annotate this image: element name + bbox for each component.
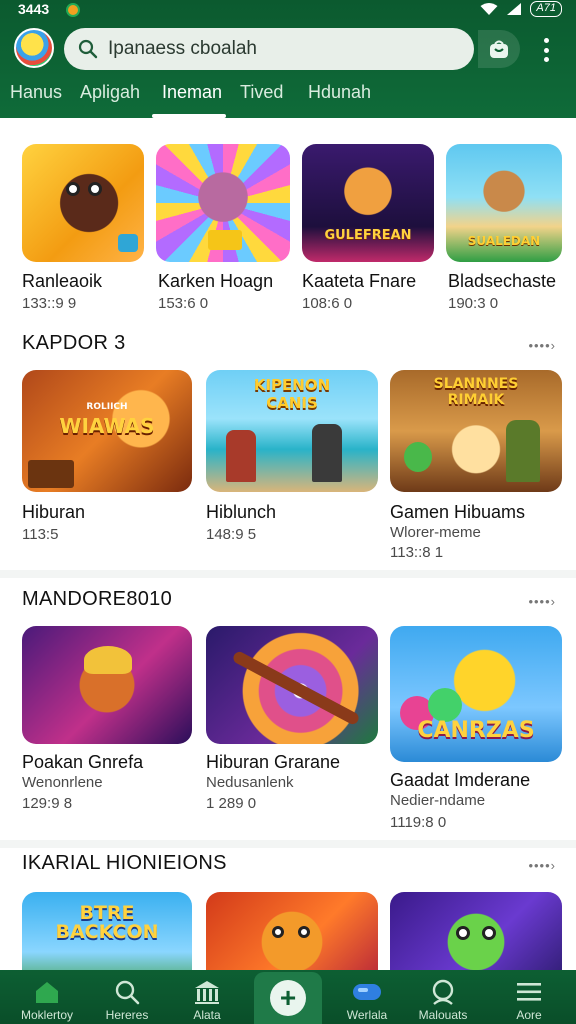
add-button[interactable]: + [254,972,322,1024]
game-title[interactable]: Karken Hoagn [158,271,273,292]
game-card-thumbnail[interactable]: ROLIICH WIAWAS [22,370,192,492]
controller-icon [353,984,381,1000]
nav-item-profile[interactable]: Malouats [398,970,488,1024]
tab-ineman[interactable]: Ineman [162,82,222,103]
section-divider [0,840,576,848]
game-card-thumbnail[interactable] [206,626,378,744]
search-icon [115,980,140,1005]
game-card-thumbnail[interactable]: BTRE BACKCON [22,892,192,970]
avatar[interactable] [14,28,54,68]
nav-label: Malouats [418,1008,468,1022]
bag-button[interactable] [478,30,520,68]
nav-label: Hereres [105,1008,149,1022]
art-label: ROLIICH [86,402,128,412]
game-card-thumbnail[interactable]: KIPENON CANIS [206,370,378,492]
section-divider [0,570,576,578]
game-meta: 1119:8 0 [390,814,447,831]
plus-icon: + [270,980,306,1016]
tab-tived[interactable]: Tived [240,82,283,103]
game-card-thumbnail[interactable] [390,892,562,970]
game-meta: 153:6 0 [158,295,209,312]
battery-badge: A71 [530,1,562,17]
search-bar[interactable]: Ipanaess cboalah [64,28,474,70]
section-title: IKARIAL HIONIEIONS [22,852,227,874]
bag-icon [490,40,508,58]
game-title[interactable]: Ranleaoik [22,271,102,292]
game-title[interactable]: Gaadat Imderane [390,770,530,791]
game-meta: 113:5 [22,526,59,543]
home-icon [36,982,58,1003]
game-card-thumbnail[interactable] [22,144,144,262]
status-time: 3443 [18,1,50,17]
dot-icon [543,57,549,62]
game-card-thumbnail[interactable]: SUALEDAN [446,144,562,262]
status-bar: 3443 A71 [0,0,576,20]
profile-icon [432,979,454,1005]
tab-hanus[interactable]: Hanus [10,82,62,103]
game-card-thumbnail[interactable]: GULEFREAN [302,144,434,262]
game-subtitle: Wenonrlene [22,774,103,791]
game-card-thumbnail[interactable] [156,144,290,262]
category-tabs: Hanus Apligah Ineman Tived Hdunah [0,78,576,118]
game-title[interactable]: Kaateta Fnare [302,271,416,292]
art-label: KIPENON CANIS [253,376,331,412]
nav-item-home[interactable]: Moklertoy [2,970,92,1024]
tab-hdunah[interactable]: Hdunah [308,82,371,103]
signal-icon [507,3,522,15]
art-label: SLANNNES RIMAIK [433,376,519,408]
nav-label: Aore [516,1008,542,1022]
game-title[interactable]: Hiblunch [206,502,276,523]
nav-item-library[interactable]: Alata [162,970,252,1024]
nav-label: Moklertoy [20,1008,73,1022]
nav-label: Alata [193,1008,221,1022]
more-options-button[interactable] [534,36,558,64]
menu-icon [517,983,541,1001]
dot-icon [543,47,549,53]
nav-item-search[interactable]: Hereres [82,970,172,1024]
art-label: SUALEDAN [467,234,541,248]
game-title[interactable]: Poakan Gnrefa [22,752,143,773]
game-card-thumbnail[interactable]: SLANNNES RIMAIK [390,370,562,492]
game-title[interactable]: Gamen Hibuams [390,502,525,523]
art-label: WIAWAS [59,414,155,438]
game-meta: 108:6 0 [302,295,353,312]
game-meta: 129:9 8 [22,795,73,812]
game-title[interactable]: Bladsechaste [448,271,556,292]
game-subtitle: Nedusanlenk [206,774,294,791]
game-card-thumbnail[interactable]: CANRZAS [390,626,562,762]
search-icon [78,39,98,59]
main-content[interactable]: Ranleaoik 133::9 9 Karken Hoagn 153:6 0 … [0,118,576,970]
search-input[interactable]: Ipanaess cboalah [108,38,257,60]
nav-label: Werlala [346,1008,388,1022]
game-meta: 190:3 0 [448,295,499,312]
section-title: KAPDOR 3 [22,332,126,354]
wifi-icon [480,3,498,15]
game-title[interactable]: Hiburan Grarane [206,752,340,773]
game-meta: 133::9 9 [22,295,77,312]
game-meta: 148:9 5 [206,526,257,543]
art-label: GULEFREAN [324,228,412,243]
notification-icon [66,3,80,17]
nav-item-more[interactable]: Aore [484,970,574,1024]
game-meta: 113::8 1 [390,544,444,561]
game-meta: 1 289 0 [206,795,257,812]
game-subtitle: Wlorer-meme [390,524,481,541]
library-icon [195,981,219,1004]
game-subtitle: Nedier-ndame [390,792,486,809]
section-more-button[interactable]: ••••› [528,858,556,873]
art-label: CANRZAS [417,718,535,743]
art-label: BTRE BACKCON [55,902,159,943]
section-more-button[interactable]: ••••› [528,338,556,353]
game-card-thumbnail[interactable] [206,892,378,970]
dot-icon [543,38,549,43]
tab-apligah[interactable]: Apligah [80,82,140,103]
section-more-button[interactable]: ••••› [528,594,556,609]
section-title: MANDORE8010 [22,588,173,610]
app-header: 3443 A71 Ipanaess cboalah Hanus Apligah … [0,0,576,118]
game-title[interactable]: Hiburan [22,502,85,523]
game-card-thumbnail[interactable] [22,626,192,744]
